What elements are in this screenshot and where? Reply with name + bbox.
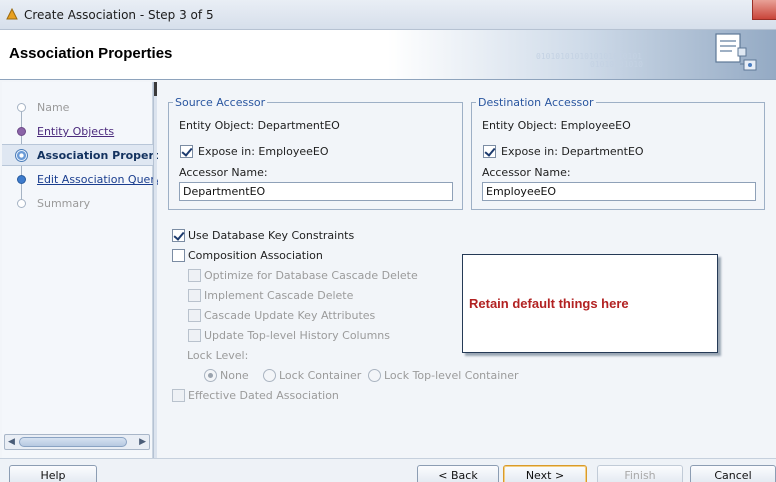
source-entity-object-label: Entity Object: DepartmentEO — [179, 119, 340, 132]
effective-dated-association-checkbox[interactable] — [172, 389, 185, 402]
next-button[interactable]: Next > — [503, 465, 587, 482]
source-accessor-name-label: Accessor Name: — [179, 166, 268, 179]
page-title: Association Properties — [9, 45, 173, 62]
implement-cascade-delete-label: Implement Cascade Delete — [204, 289, 354, 302]
effective-dated-association-label: Effective Dated Association — [188, 389, 339, 402]
cancel-button[interactable]: Cancel — [690, 465, 776, 482]
cascade-update-key-attributes-label: Cascade Update Key Attributes — [204, 309, 376, 322]
nav-step-name: Name — [2, 97, 153, 119]
use-database-key-constraints-checkbox[interactable] — [172, 229, 185, 242]
nav-step-label[interactable]: Entity Objects — [37, 125, 114, 138]
annotation-text: Retain default things here — [469, 296, 629, 311]
finish-button[interactable]: Finish — [597, 465, 683, 482]
update-history-columns-checkbox[interactable] — [188, 329, 201, 342]
destination-entity-object-label: Entity Object: EmployeeEO — [482, 119, 631, 132]
nav-step-edit-association-query[interactable]: Edit Association Query — [2, 169, 161, 191]
nav-horizontal-scrollbar[interactable]: ◀ ▶ — [4, 434, 150, 450]
destination-expose-label: Expose in: DepartmentEO — [501, 145, 644, 158]
scroll-left-arrow-icon[interactable]: ◀ — [8, 437, 15, 447]
step-link-icon — [17, 175, 26, 184]
source-expose-label: Expose in: EmployeeEO — [198, 145, 329, 158]
implement-cascade-delete-checkbox[interactable] — [188, 289, 201, 302]
step-pending-icon — [17, 199, 26, 208]
panel-splitter[interactable] — [153, 82, 157, 458]
association-properties-panel: Source Accessor Entity Object: Departmen… — [158, 82, 776, 458]
back-button[interactable]: < Back — [417, 465, 499, 482]
lock-level-label: Lock Level: — [187, 349, 249, 362]
source-accessor-name-input[interactable] — [179, 182, 453, 201]
app-icon — [6, 8, 18, 20]
scrollbar-thumb[interactable] — [19, 437, 127, 447]
nav-step-label: Name — [37, 101, 70, 114]
update-history-columns-label: Update Top-level History Columns — [204, 329, 391, 342]
close-window-button[interactable] — [752, 0, 776, 20]
nav-step-label: Association Properti — [37, 149, 163, 162]
use-database-key-constraints-label: Use Database Key Constraints — [188, 229, 355, 242]
window-title: Create Association - Step 3 of 5 — [24, 8, 214, 22]
destination-accessor-name-input[interactable] — [482, 182, 756, 201]
nav-step-summary: Summary — [2, 193, 153, 215]
composition-association-checkbox[interactable] — [172, 249, 185, 262]
splitter-grip[interactable] — [154, 82, 157, 96]
lock-level-container-radio[interactable] — [263, 369, 276, 382]
annotation-callout: Retain default things here — [462, 254, 718, 353]
nav-step-entity-objects[interactable]: Entity Objects — [2, 121, 153, 143]
nav-step-label[interactable]: Edit Association Query — [37, 173, 161, 186]
window-titlebar: Create Association - Step 3 of 5 — [0, 0, 776, 30]
lock-level-top-container-radio[interactable] — [368, 369, 381, 382]
lock-level-none-radio[interactable] — [204, 369, 217, 382]
wizard-graphic-icon — [715, 33, 757, 71]
nav-step-label: Summary — [37, 197, 91, 210]
step-current-icon — [15, 149, 28, 162]
composition-association-label: Composition Association — [188, 249, 323, 262]
lock-level-none-label: None — [220, 369, 249, 382]
optimize-cascade-delete-checkbox[interactable] — [188, 269, 201, 282]
step-visited-icon — [17, 127, 26, 136]
scroll-right-arrow-icon[interactable]: ▶ — [139, 437, 146, 447]
header-binary-decoration-2: 01010101010 — [590, 60, 643, 69]
lock-level-container-label: Lock Container — [279, 369, 362, 382]
source-accessor-legend: Source Accessor — [175, 96, 266, 109]
cascade-update-key-attributes-checkbox[interactable] — [188, 309, 201, 322]
wizard-button-bar: Help < Back Next > Finish Cancel — [0, 458, 776, 482]
lock-level-top-container-label: Lock Top-level Container — [384, 369, 519, 382]
destination-accessor-legend: Destination Accessor — [478, 96, 594, 109]
step-pending-icon — [17, 103, 26, 112]
help-button[interactable]: Help — [9, 465, 97, 482]
wizard-step-nav: Name Entity Objects Association Properti… — [2, 82, 163, 458]
nav-step-association-properties[interactable]: Association Properti — [2, 144, 163, 166]
source-expose-checkbox[interactable] — [180, 145, 193, 158]
destination-accessor-name-label: Accessor Name: — [482, 166, 571, 179]
wizard-header: Association Properties 01010101010101010… — [0, 30, 776, 80]
destination-expose-checkbox[interactable] — [483, 145, 496, 158]
optimize-cascade-delete-label: Optimize for Database Cascade Delete — [204, 269, 418, 282]
